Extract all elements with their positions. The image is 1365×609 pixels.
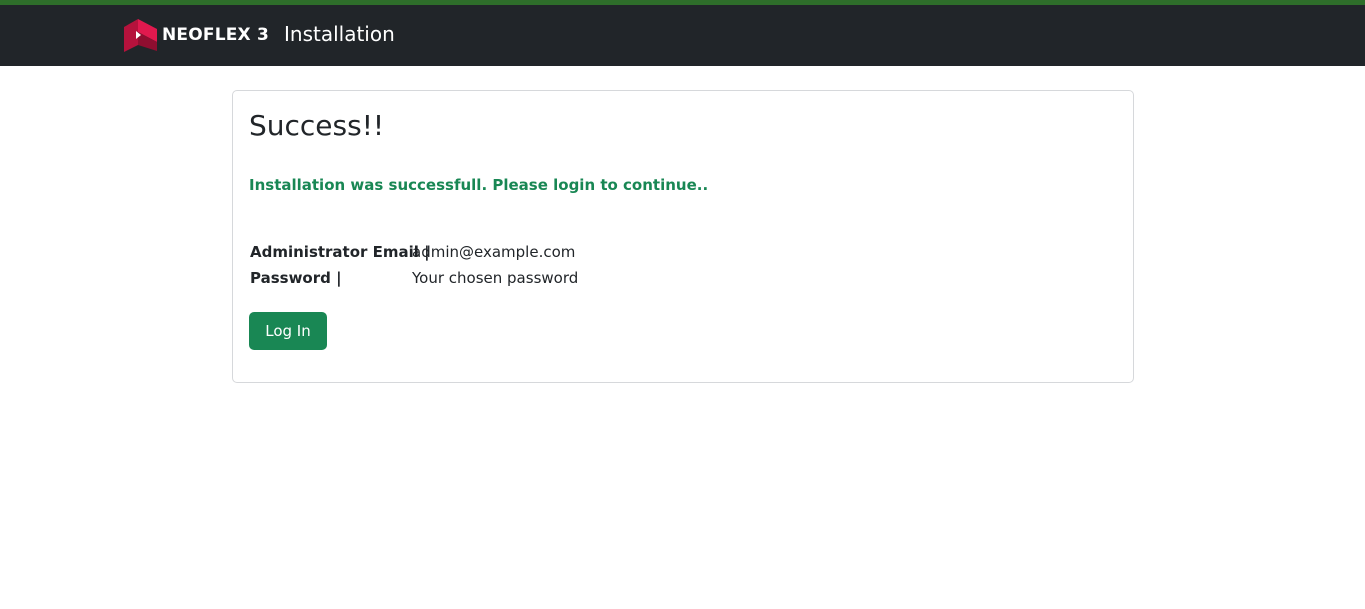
credentials-info: Administrator Email | admin@example.com … xyxy=(250,239,578,291)
top-navbar: NEOFLEX 3 Installation xyxy=(0,0,1365,66)
card-title: Success!! xyxy=(249,109,385,142)
brand-name: NEOFLEX 3 xyxy=(162,25,270,45)
success-card: Success!! Installation was successfull. … xyxy=(232,90,1134,383)
password-value: Your chosen password xyxy=(412,269,579,287)
nav-title: Installation xyxy=(284,22,395,46)
neoflex-logo-icon xyxy=(124,19,157,52)
login-button[interactable]: Log In xyxy=(249,312,327,350)
password-label: Password | xyxy=(250,269,342,287)
password-row: Password | Your chosen password xyxy=(250,265,578,291)
success-message: Installation was successfull. Please log… xyxy=(249,176,709,194)
brand[interactable]: NEOFLEX 3 xyxy=(124,18,269,52)
email-label: Administrator Email | xyxy=(250,243,430,261)
email-value: admin@example.com xyxy=(412,243,576,261)
email-row: Administrator Email | admin@example.com xyxy=(250,239,578,265)
